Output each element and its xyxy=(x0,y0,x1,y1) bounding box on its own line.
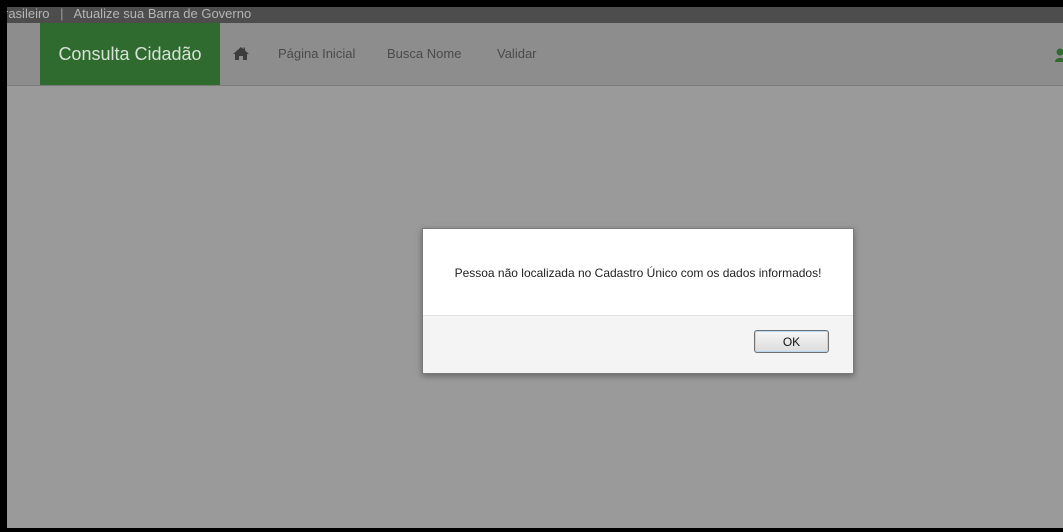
dialog-message: Pessoa não localizada no Cadastro Único … xyxy=(423,229,853,316)
screenshot-frame: rasileiro | Atualize sua Barra de Govern… xyxy=(0,0,1063,532)
gov-bar-separator: | xyxy=(60,7,64,21)
nav-validar[interactable]: Validar xyxy=(497,23,537,85)
government-bar: rasileiro | Atualize sua Barra de Govern… xyxy=(7,7,1063,23)
dialog-footer: OK xyxy=(423,316,853,373)
alert-dialog: Pessoa não localizada no Cadastro Único … xyxy=(422,228,854,374)
nav-busca-nome[interactable]: Busca Nome xyxy=(387,23,461,85)
user-icon-glyph xyxy=(1055,48,1063,62)
home-icon-glyph xyxy=(233,47,249,60)
nav-pagina-inicial[interactable]: Página Inicial xyxy=(278,23,355,85)
user-icon[interactable] xyxy=(1055,48,1063,62)
brand-logo[interactable]: Consulta Cidadão xyxy=(40,23,220,85)
update-gov-bar-link[interactable]: Atualize sua Barra de Governo xyxy=(73,7,251,21)
browser-viewport: rasileiro | Atualize sua Barra de Govern… xyxy=(7,7,1063,528)
gov-bar-text: rasileiro xyxy=(7,7,50,21)
ok-button[interactable]: OK xyxy=(754,330,829,353)
main-navbar: Consulta Cidadão Página Inicial Busca No… xyxy=(7,23,1063,86)
home-icon[interactable] xyxy=(233,23,249,85)
